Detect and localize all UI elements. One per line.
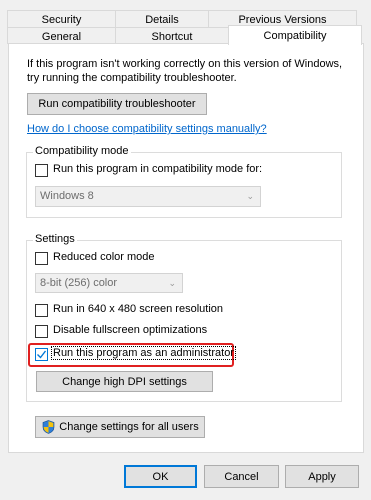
- intro-text-line1: If this program isn't working correctly …: [27, 58, 343, 70]
- shield-icon: [42, 420, 55, 434]
- windows-version-select[interactable]: Windows 8 ⌄: [35, 186, 261, 207]
- tab-shortcut[interactable]: Shortcut: [115, 27, 229, 44]
- run-as-admin-label: Run this program as an administrator: [51, 346, 236, 360]
- color-mode-select[interactable]: 8-bit (256) color ⌄: [35, 273, 183, 293]
- color-mode-value: 8-bit (256) color: [40, 277, 118, 289]
- settings-legend: Settings: [33, 233, 77, 245]
- change-all-users-button[interactable]: Change settings for all users: [35, 416, 205, 438]
- help-link[interactable]: How do I choose compatibility settings m…: [27, 123, 267, 135]
- windows-version-value: Windows 8: [40, 190, 94, 202]
- compatibility-mode-group: [26, 152, 342, 218]
- change-all-users-label: Change settings for all users: [59, 421, 199, 433]
- run-troubleshooter-button[interactable]: Run compatibility troubleshooter: [27, 93, 207, 115]
- change-dpi-button[interactable]: Change high DPI settings: [36, 371, 213, 392]
- apply-button[interactable]: Apply: [285, 465, 359, 488]
- run-as-admin-checkbox[interactable]: [35, 348, 48, 361]
- compatibility-mode-label: Run this program in compatibility mode f…: [53, 163, 263, 175]
- checkmark-icon: [37, 350, 47, 359]
- chevron-down-icon: ⌄: [168, 278, 176, 288]
- tab-general[interactable]: General: [7, 27, 116, 44]
- intro-text-line2: try running the compatibility troublesho…: [27, 72, 237, 84]
- run-640-checkbox[interactable]: [35, 304, 48, 317]
- tab-security[interactable]: Security: [7, 10, 116, 28]
- reduced-color-label: Reduced color mode: [53, 251, 155, 263]
- cancel-button[interactable]: Cancel: [204, 465, 279, 488]
- chevron-down-icon: ⌄: [246, 191, 254, 201]
- tab-details[interactable]: Details: [115, 10, 209, 28]
- compatibility-mode-checkbox[interactable]: [35, 164, 48, 177]
- ok-button[interactable]: OK: [124, 465, 197, 488]
- tab-compatibility[interactable]: Compatibility: [228, 25, 362, 45]
- disable-fullscreen-checkbox[interactable]: [35, 325, 48, 338]
- disable-fullscreen-label: Disable fullscreen optimizations: [53, 324, 208, 336]
- compatibility-mode-legend: Compatibility mode: [33, 145, 131, 157]
- run-640-label: Run in 640 x 480 screen resolution: [53, 303, 223, 315]
- reduced-color-checkbox[interactable]: [35, 252, 48, 265]
